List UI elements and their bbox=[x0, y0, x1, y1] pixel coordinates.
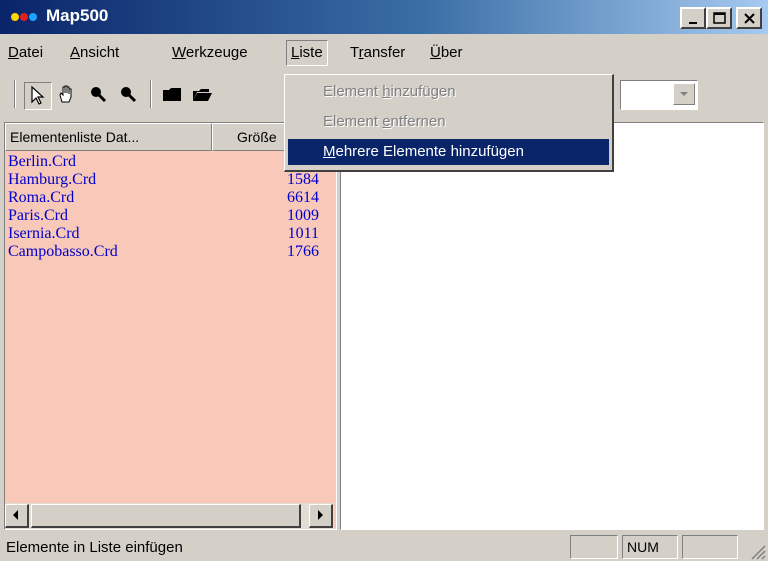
menu-liste[interactable]: Liste bbox=[286, 40, 328, 66]
list-row[interactable]: Isernia.Crd 1011 bbox=[5, 225, 333, 243]
folder-button[interactable] bbox=[160, 82, 186, 108]
column-header-label: Elementenliste Dat... bbox=[10, 129, 140, 145]
zoom-in-icon bbox=[91, 87, 107, 103]
menu-datei[interactable]: Datei bbox=[8, 44, 43, 61]
liste-dropdown-menu: Element hinzufügen Element entfernen Meh… bbox=[284, 74, 614, 172]
list-row[interactable]: Roma.Crd 6614 bbox=[5, 189, 333, 207]
column-header-elementenliste[interactable]: Elementenliste Dat... bbox=[5, 123, 212, 151]
row-size: 6614 bbox=[287, 189, 319, 206]
menu-label-rest: nsicht bbox=[80, 44, 120, 61]
toolbar-combo[interactable] bbox=[620, 80, 698, 110]
row-name: Hamburg.Crd bbox=[8, 171, 97, 188]
menu-item-mnemonic: M bbox=[323, 143, 336, 160]
list-row[interactable]: Paris.Crd 1009 bbox=[5, 207, 333, 225]
maximize-button[interactable] bbox=[706, 7, 732, 29]
scroll-left-button[interactable] bbox=[5, 504, 29, 528]
menu-item-text: ntfernen bbox=[390, 113, 446, 130]
menu-label-rest: iste bbox=[299, 44, 323, 61]
window-title: Map500 bbox=[46, 6, 109, 25]
row-size: 1011 bbox=[287, 225, 319, 242]
column-header-label: Größe bbox=[237, 129, 277, 145]
minimize-icon bbox=[689, 22, 697, 24]
menu-mnemonic: W bbox=[172, 44, 186, 61]
menu-transfer[interactable]: Transfer bbox=[350, 44, 405, 61]
row-name: Roma.Crd bbox=[8, 189, 75, 206]
list-row[interactable]: Hamburg.Crd 1584 bbox=[5, 171, 333, 189]
menu-mnemonic: D bbox=[8, 44, 19, 61]
menu-bar: Datei Ansicht Werkzeuge Liste Transfer Ü… bbox=[0, 34, 768, 72]
pointer-tool-button[interactable] bbox=[24, 82, 52, 110]
menu-item-element-entfernen[interactable]: Element entfernen bbox=[288, 109, 609, 135]
zoom-out-button[interactable] bbox=[116, 82, 142, 108]
menu-label-rest: erkzeuge bbox=[185, 44, 248, 61]
status-bar: Elemente in Liste einfügen NUM bbox=[0, 532, 768, 561]
pointer-icon bbox=[31, 85, 45, 105]
row-name: Campobasso.Crd bbox=[8, 243, 118, 260]
horizontal-scrollbar[interactable] bbox=[5, 503, 334, 529]
status-panel-text: NUM bbox=[627, 539, 659, 555]
open-folder-button[interactable] bbox=[190, 82, 216, 108]
row-name: Isernia.Crd bbox=[8, 225, 80, 242]
row-size: 1766 bbox=[287, 243, 319, 260]
menu-item-text: Element bbox=[323, 83, 383, 100]
row-size: 1584 bbox=[287, 171, 319, 188]
menu-ansicht[interactable]: Ansicht bbox=[70, 44, 119, 61]
hand-icon bbox=[59, 85, 72, 103]
maximize-icon bbox=[713, 12, 726, 24]
menu-werkzeuge[interactable]: Werkzeuge bbox=[172, 44, 248, 61]
menu-item-text: Element bbox=[323, 113, 383, 130]
resize-grip-icon[interactable] bbox=[748, 542, 766, 560]
status-panel bbox=[570, 535, 618, 559]
scroll-right-button[interactable] bbox=[309, 504, 333, 528]
element-list-pane[interactable]: Elementenliste Dat... Größe Berlin.Crd2H… bbox=[4, 122, 337, 530]
zoom-in-button[interactable] bbox=[86, 82, 112, 108]
row-name: Paris.Crd bbox=[8, 207, 68, 224]
menu-item-element-hinzufuegen[interactable]: Element hinzufügen bbox=[288, 79, 609, 105]
app-icon bbox=[11, 13, 37, 21]
list-row[interactable]: Campobasso.Crd 1766 bbox=[5, 243, 333, 261]
status-panel-num: NUM bbox=[622, 535, 678, 559]
hand-tool-button[interactable] bbox=[54, 82, 80, 108]
toolbar-separator bbox=[14, 80, 16, 108]
combo-dropdown-button[interactable] bbox=[673, 83, 695, 105]
menu-uber[interactable]: Über bbox=[430, 44, 463, 61]
arrow-right-icon bbox=[318, 510, 323, 520]
menu-item-text: inzufügen bbox=[390, 83, 456, 100]
menu-label-rest: ber bbox=[440, 44, 463, 61]
open-folder-icon bbox=[193, 89, 212, 101]
minimize-button[interactable] bbox=[680, 7, 706, 29]
zoom-out-icon bbox=[121, 87, 137, 103]
menu-item-mehrere-elemente-hinzufuegen[interactable]: Mehrere Elemente hinzufügen bbox=[288, 139, 609, 165]
menu-item-mnemonic: h bbox=[382, 83, 391, 100]
row-name: Berlin.Crd bbox=[8, 153, 76, 170]
status-panel bbox=[682, 535, 738, 559]
scrollbar-thumb[interactable] bbox=[31, 504, 301, 528]
menu-mnemonic: A bbox=[70, 44, 81, 61]
title-bar[interactable]: Map500 bbox=[0, 0, 768, 34]
status-text: Elemente in Liste einfügen bbox=[6, 539, 183, 556]
chevron-down-icon bbox=[680, 92, 688, 96]
menu-label-rest: atei bbox=[18, 44, 44, 61]
folder-icon bbox=[163, 88, 181, 101]
menu-mnemonic: Ü bbox=[430, 44, 441, 61]
map-view-pane[interactable] bbox=[340, 122, 764, 530]
close-icon bbox=[744, 13, 755, 24]
arrow-left-icon bbox=[13, 510, 18, 520]
toolbar-separator bbox=[150, 80, 152, 108]
menu-item-mnemonic: e bbox=[382, 113, 391, 130]
close-button[interactable] bbox=[736, 7, 762, 29]
menu-item-text: ehrere Elemente hinzufügen bbox=[335, 143, 524, 160]
row-size: 1009 bbox=[287, 207, 319, 224]
menu-label-rest: T bbox=[350, 44, 359, 61]
menu-label-rest: ansfer bbox=[363, 44, 406, 61]
